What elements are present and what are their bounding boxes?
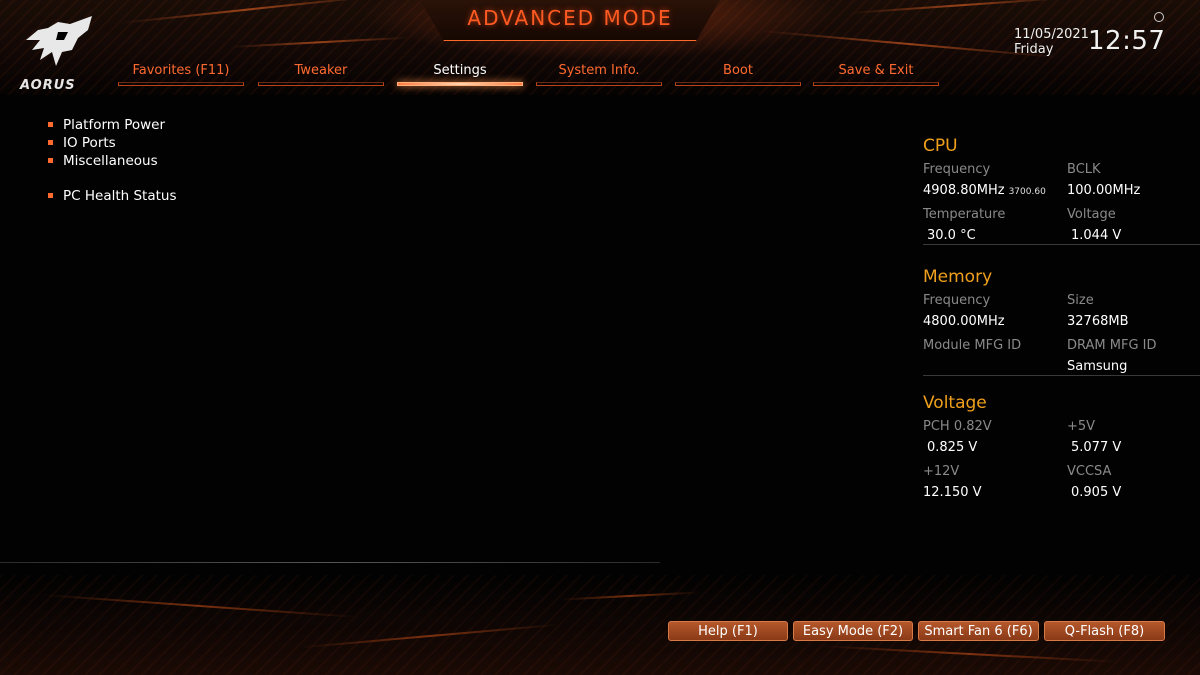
menu-item-label: Platform Power (63, 117, 166, 133)
pch-label: PCH 0.82V (923, 419, 992, 434)
v5-value: 5.077 V (1071, 440, 1122, 455)
brand-logo-text: AORUS (20, 78, 76, 93)
voltage-title: Voltage (923, 393, 987, 413)
bclk-value: 100.00MHz (1067, 183, 1141, 198)
tab-boot[interactable]: Boot (675, 58, 801, 86)
memory-size-label: Size (1067, 293, 1094, 308)
section-divider (923, 244, 1200, 245)
system-info-panel: CPU Frequency 4908.80MHz 3700.60 BCLK 100… (923, 136, 1200, 507)
memory-size-value: 32768MB (1067, 314, 1129, 329)
tab-system-info[interactable]: System Info. (536, 58, 662, 86)
menu-spacer (48, 170, 177, 187)
day-text: Friday (1014, 42, 1054, 57)
vccsa-value: 0.905 V (1071, 485, 1122, 500)
cpu-section: CPU Frequency 4908.80MHz 3700.60 BCLK 100… (923, 136, 1200, 245)
v12-value: 12.150 V (923, 485, 982, 500)
memory-frequency-label: Frequency (923, 293, 991, 308)
header-streak (849, 0, 1070, 14)
tab-settings[interactable]: Settings (397, 58, 523, 86)
qflash-button[interactable]: Q-Flash (F8) (1044, 621, 1165, 641)
footer-streak (40, 593, 360, 619)
cpu-temperature-label: Temperature (923, 207, 1006, 222)
menu-item-platform-power[interactable]: Platform Power (48, 116, 177, 134)
module-mfg-label: Module MFG ID (923, 338, 1022, 353)
menu-item-miscellaneous[interactable]: Miscellaneous (48, 152, 177, 170)
date-text: 11/05/2021 (1014, 27, 1089, 42)
voltage-section: Voltage PCH 0.82V 0.825 V +5V 5.077 V +1… (923, 393, 1200, 507)
memory-frequency-value: 4800.00MHz (923, 314, 1005, 329)
gear-icon[interactable] (1154, 12, 1164, 22)
menu-item-label: Miscellaneous (63, 153, 158, 169)
menu-item-io-ports[interactable]: IO Ports (48, 134, 177, 152)
v12-label: +12V (923, 464, 960, 479)
cpu-frequency-label: Frequency (923, 162, 991, 177)
footer-streak (300, 623, 560, 649)
help-button[interactable]: Help (F1) (668, 621, 788, 641)
bios-screen: ADVANCED MODE AORUS 11/05/2021 Friday 12… (0, 0, 1200, 675)
bullet-icon (48, 122, 53, 127)
header-bar: ADVANCED MODE AORUS 11/05/2021 Friday 12… (0, 0, 1200, 95)
menu-item-label: IO Ports (63, 135, 116, 151)
easy-mode-button[interactable]: Easy Mode (F2) (793, 621, 913, 641)
vccsa-label: VCCSA (1067, 464, 1112, 479)
memory-title: Memory (923, 267, 993, 287)
bclk-label: BCLK (1067, 162, 1101, 177)
menu-item-label: PC Health Status (63, 188, 177, 204)
memory-section: Memory Frequency 4800.00MHz Size 32768MB… (923, 267, 1200, 376)
header-streak (119, 0, 379, 24)
mode-title: ADVANCED MODE (467, 6, 673, 30)
footer-streak (820, 645, 1120, 663)
cpu-frequency-value: 4908.80MHz 3700.60 (923, 180, 1046, 202)
cpu-voltage-label: Voltage (1067, 207, 1116, 222)
tab-favorites[interactable]: Favorites (F11) (118, 58, 244, 86)
smart-fan-button[interactable]: Smart Fan 6 (F6) (918, 621, 1039, 641)
menu-item-pc-health-status[interactable]: PC Health Status (48, 187, 177, 205)
tab-save-exit[interactable]: Save & Exit (813, 58, 939, 86)
cpu-title: CPU (923, 136, 958, 156)
v5-label: +5V (1067, 419, 1096, 434)
cpu-frequency-sub: 3700.60 (1008, 187, 1046, 197)
tab-tweaker[interactable]: Tweaker (258, 58, 384, 86)
cpu-frequency-main: 4908.80MHz (923, 183, 1005, 198)
pch-value: 0.825 V (927, 440, 978, 455)
clock: 12:57 (1088, 26, 1166, 56)
dram-mfg-label: DRAM MFG ID (1067, 338, 1157, 353)
settings-menu: Platform Power IO Ports Miscellaneous PC… (48, 116, 177, 205)
footer-streak (560, 591, 700, 601)
date-display: 11/05/2021 Friday (1014, 27, 1089, 57)
bullet-icon (48, 193, 53, 198)
main-divider (0, 562, 660, 563)
bullet-icon (48, 158, 53, 163)
section-divider (923, 375, 1200, 376)
bullet-icon (48, 140, 53, 145)
